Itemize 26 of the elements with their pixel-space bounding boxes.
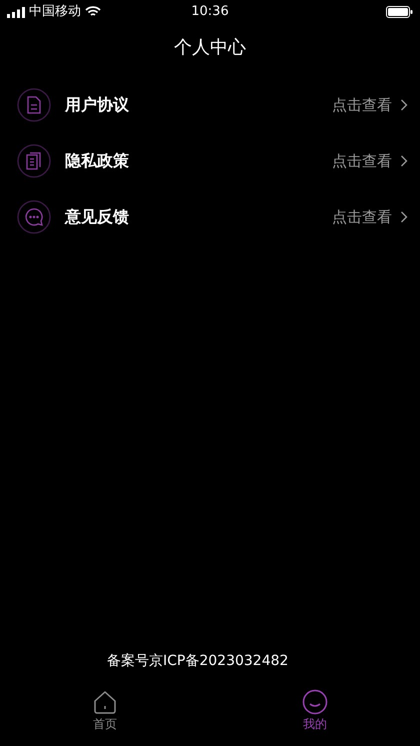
carrier-name: 中国移动 xyxy=(29,3,81,22)
icp-record: 备案号京ICP备2023032482 xyxy=(107,652,288,671)
clock-time: 10:36 xyxy=(191,3,229,22)
tab-bar-item[interactable]: 我的 xyxy=(210,686,420,746)
pages-icon xyxy=(17,144,51,178)
chevron-right-icon xyxy=(400,155,408,167)
wifi-icon xyxy=(85,6,101,18)
battery-icon xyxy=(386,6,413,18)
smiley-icon xyxy=(302,689,328,715)
chat-icon xyxy=(17,200,51,234)
view-link[interactable]: 点击查看 xyxy=(332,206,392,228)
chevron-right-icon xyxy=(400,99,408,111)
menu-item[interactable]: 隐私政策 点击查看 xyxy=(0,133,420,189)
document-icon xyxy=(17,88,51,122)
menu-label: 意见反馈 xyxy=(65,206,129,228)
chevron-right-icon xyxy=(400,211,408,223)
view-link[interactable]: 点击查看 xyxy=(332,94,392,116)
tab-bar-item[interactable]: 首页 xyxy=(0,686,210,746)
menu-label: 隐私政策 xyxy=(65,150,129,172)
menu-label: 用户协议 xyxy=(65,94,129,116)
menu-item[interactable]: 用户协议 点击查看 xyxy=(0,77,420,133)
page-title: 个人中心 xyxy=(174,36,246,60)
home-icon xyxy=(92,689,118,715)
view-link[interactable]: 点击查看 xyxy=(332,150,392,172)
signal-icon xyxy=(7,6,25,18)
menu-item[interactable]: 意见反馈 点击查看 xyxy=(0,189,420,245)
